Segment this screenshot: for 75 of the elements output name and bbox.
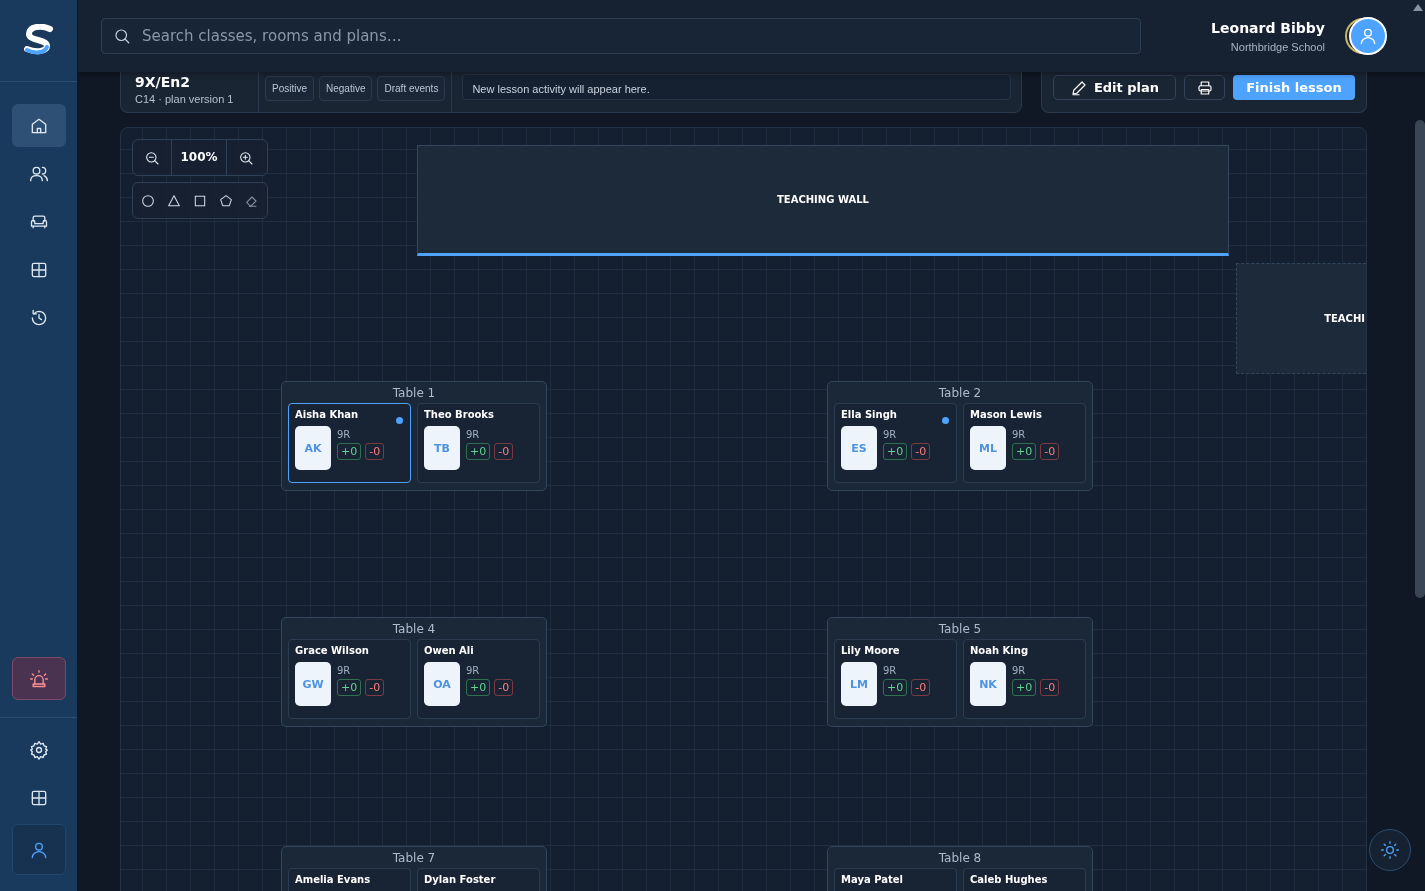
class-label: 9R xyxy=(466,429,481,440)
filter-chip[interactable]: Draft events xyxy=(377,76,446,101)
initials-avatar: AK xyxy=(295,426,331,470)
student-card[interactable]: Grace Wilson GW 9R +0 -0 xyxy=(288,639,411,719)
student-card[interactable]: Caleb Hughes xyxy=(963,868,1086,891)
class-label: 9R xyxy=(337,429,352,440)
negative-button[interactable]: -0 xyxy=(494,443,514,460)
initials-avatar: OA xyxy=(424,662,460,706)
initials-avatar: NK xyxy=(970,662,1006,706)
student-card[interactable]: Aisha Khan AK 9R +0 -0 xyxy=(288,403,411,483)
student-name: Lily Moore xyxy=(841,645,901,656)
student-name: Ella Singh xyxy=(841,409,898,420)
student-name: Maya Patel xyxy=(841,874,904,885)
initials-avatar: GW xyxy=(295,662,331,706)
student-card[interactable]: Ella Singh ES 9R +0 -0 xyxy=(834,403,957,483)
positive-button[interactable]: +0 xyxy=(337,679,362,696)
class-label: 9R xyxy=(883,429,898,440)
activity-message: New lesson activity will appear here. xyxy=(462,74,1011,100)
class-label: 9R xyxy=(466,665,481,676)
positive-button[interactable]: +0 xyxy=(466,679,491,696)
negative-button[interactable]: -0 xyxy=(911,443,931,460)
student-name: Aisha Khan xyxy=(295,409,360,420)
student-card[interactable]: Mason Lewis ML 9R +0 -0 xyxy=(963,403,1086,483)
table-label: Table 8 xyxy=(937,851,983,865)
student-name: Amelia Evans xyxy=(295,874,372,885)
student-name: Caleb Hughes xyxy=(970,874,1049,885)
user-name: Leonard Bibby xyxy=(1211,19,1325,36)
student-name: Grace Wilson xyxy=(295,645,370,656)
positive-button[interactable]: +0 xyxy=(1012,443,1037,460)
student-name: Theo Brooks xyxy=(424,409,495,420)
initials-avatar: ES xyxy=(841,426,877,470)
class-label: 9R xyxy=(883,665,898,676)
student-name: Dylan Foster xyxy=(424,874,497,885)
negative-button[interactable]: -0 xyxy=(365,443,385,460)
student-card[interactable]: Maya Patel xyxy=(834,868,957,891)
positive-button[interactable]: +0 xyxy=(883,679,908,696)
negative-button[interactable]: -0 xyxy=(911,679,931,696)
table-label: Table 2 xyxy=(937,386,983,400)
student-card[interactable]: Amelia Evans xyxy=(288,868,411,891)
negative-button[interactable]: -0 xyxy=(1040,679,1060,696)
plan-version: C14 · plan version 1 xyxy=(135,93,235,105)
edit-plan-button[interactable]: Edit plan xyxy=(1053,75,1176,100)
positive-button[interactable]: +0 xyxy=(337,443,362,460)
student-card[interactable]: Theo Brooks TB 9R +0 -0 xyxy=(417,403,540,483)
student-card[interactable]: Owen Ali OA 9R +0 -0 xyxy=(417,639,540,719)
teaching-wall[interactable]: TEACHI xyxy=(1236,263,1366,374)
initials-avatar: LM xyxy=(841,662,877,706)
filter-chip[interactable]: Positive xyxy=(265,76,314,101)
student-name: Owen Ali xyxy=(424,645,475,656)
table-label: Table 7 xyxy=(391,851,437,865)
positive-button[interactable]: +0 xyxy=(1012,679,1037,696)
student-name: Noah King xyxy=(970,645,1030,656)
initials-avatar: ML xyxy=(970,426,1006,470)
table-label: Table 1 xyxy=(391,386,437,400)
search-field[interactable]: Search classes, rooms and plans… xyxy=(101,18,1142,54)
table-label: Table 5 xyxy=(937,622,983,636)
student-card[interactable]: Lily Moore LM 9R +0 -0 xyxy=(834,639,957,719)
negative-button[interactable]: -0 xyxy=(1040,443,1060,460)
initials-avatar: TB xyxy=(424,426,460,470)
zoom-level: 100% xyxy=(171,139,227,176)
teaching-wall[interactable]: TEACHING WALL xyxy=(417,145,1229,256)
class-name: 9X/En2 xyxy=(135,75,191,89)
student-card[interactable]: Dylan Foster xyxy=(417,868,540,891)
negative-button[interactable]: -0 xyxy=(365,679,385,696)
filter-chip[interactable]: Negative xyxy=(319,76,373,101)
student-card[interactable]: Noah King NK 9R +0 -0 xyxy=(963,639,1086,719)
table-label: Table 4 xyxy=(391,622,437,636)
class-label: 9R xyxy=(337,665,352,676)
class-label: 9R xyxy=(1012,665,1027,676)
student-name: Mason Lewis xyxy=(970,409,1043,420)
negative-button[interactable]: -0 xyxy=(494,679,514,696)
positive-button[interactable]: +0 xyxy=(466,443,491,460)
positive-button[interactable]: +0 xyxy=(883,443,908,460)
school-name: Northbridge School xyxy=(1230,40,1325,53)
class-label: 9R xyxy=(1012,429,1027,440)
